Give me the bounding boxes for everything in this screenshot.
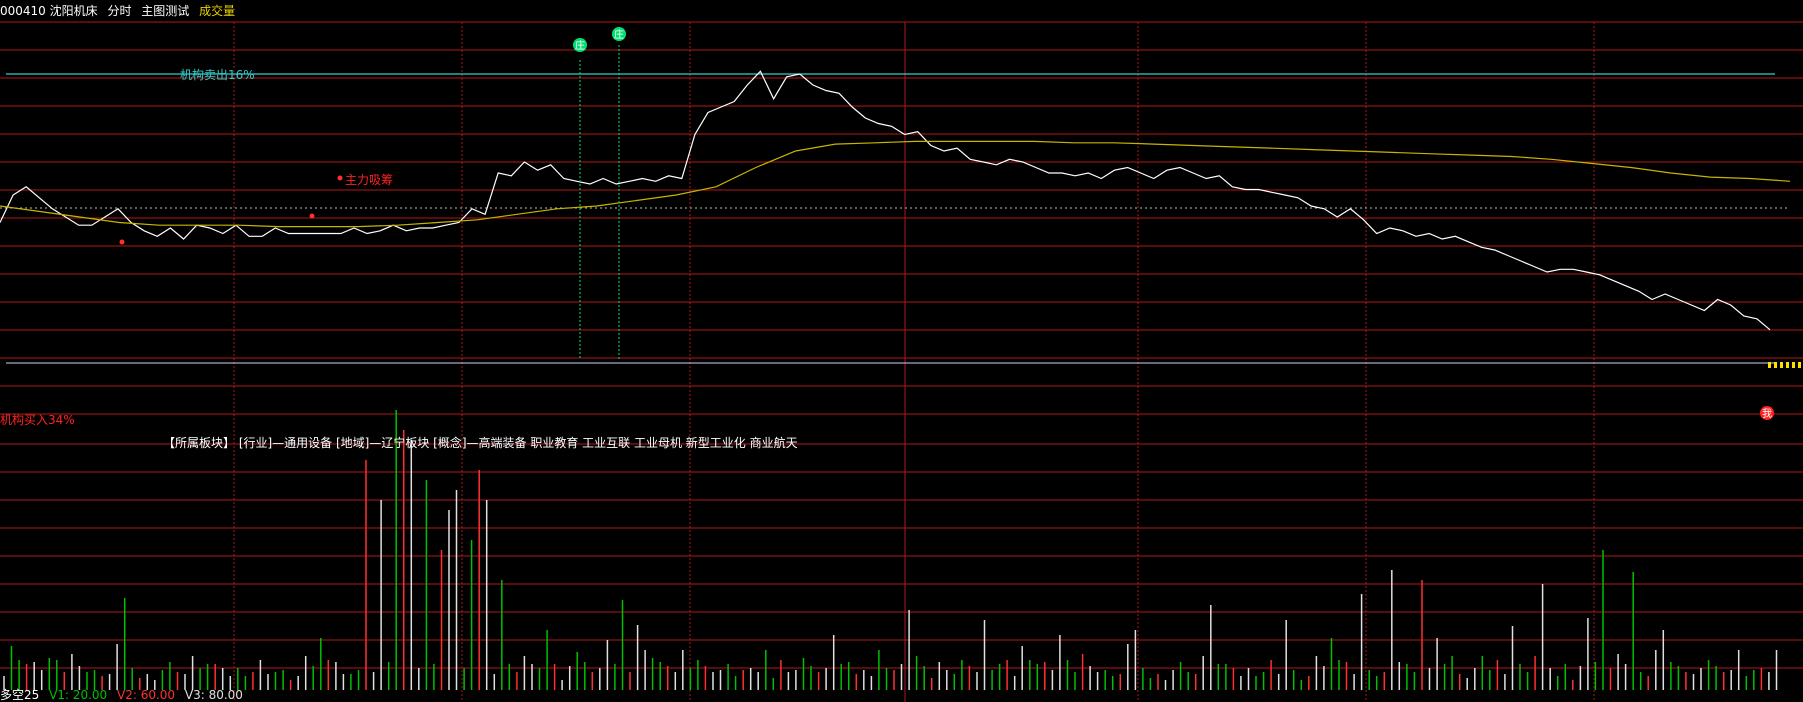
footer-bar: 多空25 V1: 20.00 V2: 60.00 V3: 80.00 <box>0 689 243 702</box>
footer-v1: V1: 20.00 <box>49 688 108 702</box>
footer-indicator-name[interactable]: 多空25 <box>0 688 39 702</box>
main-buy-label: 主力吸筹 <box>345 173 394 187</box>
badge-top-2: 庄 <box>614 28 624 41</box>
badge-top-1: 庄 <box>575 39 585 52</box>
end-marker-3 <box>1786 362 1789 368</box>
period-label[interactable]: 分时 <box>107 4 131 18</box>
end-marker-0 <box>1768 362 1771 368</box>
avg-line <box>0 140 1791 228</box>
price-line <box>0 70 1771 331</box>
red-dot-1 <box>119 239 125 245</box>
volume-label[interactable]: 成交量 <box>199 4 235 18</box>
red-dot-2 <box>337 175 343 181</box>
end-marker-2 <box>1780 362 1783 368</box>
badge-right: 我 <box>1762 408 1772 420</box>
stock-code-name[interactable]: 000410 沈阳机床 <box>0 4 98 18</box>
sell-ratio-label: 机构卖出16% <box>180 68 255 82</box>
indicator-label[interactable]: 主图测试 <box>141 4 189 18</box>
chart-header: 000410 沈阳机床 分时 主图测试 成交量 <box>0 0 1803 22</box>
buy-ratio-label: 机构买入34% <box>0 413 75 427</box>
intraday-chart[interactable]: 庄庄我 <box>0 0 1803 702</box>
footer-v3: V3: 80.00 <box>184 688 243 702</box>
sector-info: 【所属板块】 [行业]—通用设备 [地域]—辽宁板块 [概念]—高端装备 职业教… <box>163 436 798 450</box>
footer-v2: V2: 60.00 <box>117 688 176 702</box>
end-marker-5 <box>1798 362 1801 368</box>
red-dot-0 <box>309 213 315 219</box>
end-marker-4 <box>1792 362 1795 368</box>
end-marker-1 <box>1774 362 1777 368</box>
